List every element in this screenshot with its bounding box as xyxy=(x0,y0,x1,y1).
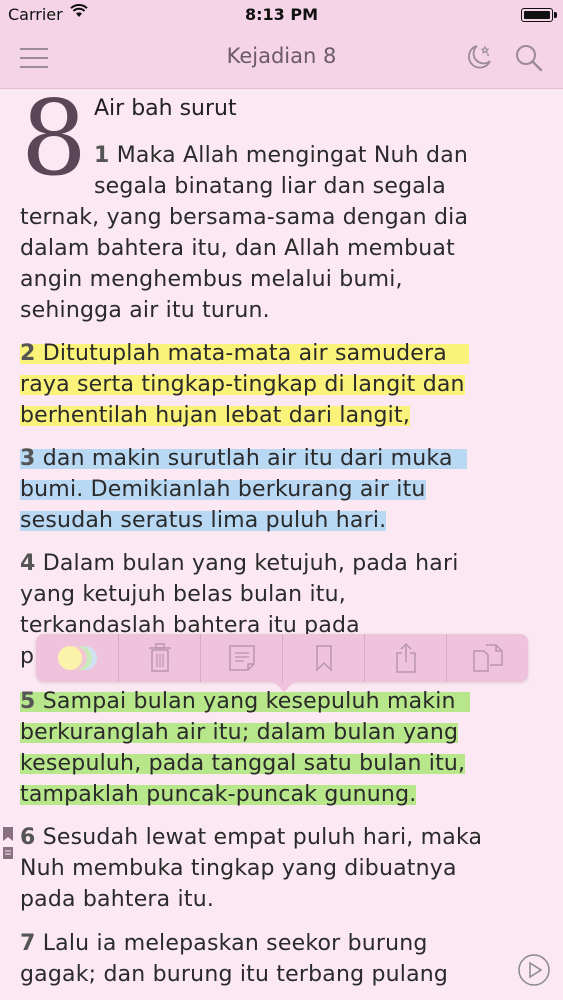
add-note-button[interactable] xyxy=(200,634,283,682)
verse-number: 1 xyxy=(94,143,110,168)
play-audio-icon[interactable] xyxy=(517,953,551,987)
verse-1[interactable]: 1 Maka Allah mengingat Nuh dan segala bi… xyxy=(20,140,545,326)
status-time: 8:13 PM xyxy=(244,5,318,24)
trash-icon xyxy=(149,643,171,672)
section-title: Air bah surut xyxy=(94,96,237,121)
verse-2[interactable]: 2 Ditutuplah mata-mata air samudera raya… xyxy=(20,338,545,431)
verse-7[interactable]: 7 Lalu ia melepaskan seekor burung gagak… xyxy=(20,928,545,990)
verse-number: 7 xyxy=(20,931,36,956)
bookmark-marker-icon[interactable] xyxy=(2,826,14,842)
verse-action-toolbar xyxy=(36,634,529,692)
verse-3[interactable]: 3 dan makin surutlah air itu dari muka b… xyxy=(20,443,545,536)
note-icon xyxy=(229,645,255,671)
verse-number: 3 xyxy=(20,446,36,471)
bookmark-button[interactable] xyxy=(282,634,365,682)
copy-icon xyxy=(473,644,503,672)
verse-5[interactable]: 5 Sampai bulan yang kesepuluh makin berk… xyxy=(20,686,545,810)
night-mode-icon[interactable] xyxy=(464,42,494,72)
verse-number: 4 xyxy=(20,551,36,576)
status-bar: Carrier 8:13 PM xyxy=(0,0,563,28)
share-button[interactable] xyxy=(364,634,447,682)
verse-number: 2 xyxy=(20,341,36,366)
verse-number: 6 xyxy=(20,825,36,850)
verse-number: 5 xyxy=(20,689,36,714)
share-icon xyxy=(396,642,416,673)
verse-6[interactable]: 6 Sesudah lewat empat puluh hari, maka N… xyxy=(20,822,545,915)
delete-highlight-button[interactable] xyxy=(118,634,201,682)
bookmark-icon xyxy=(316,645,332,672)
color-picker-icon xyxy=(58,646,97,670)
verse-markers xyxy=(2,826,14,860)
highlight-color-button[interactable] xyxy=(36,634,118,682)
search-icon[interactable] xyxy=(514,43,544,73)
copy-button[interactable] xyxy=(446,634,529,682)
battery-icon xyxy=(521,8,557,22)
note-marker-icon[interactable] xyxy=(2,846,14,860)
